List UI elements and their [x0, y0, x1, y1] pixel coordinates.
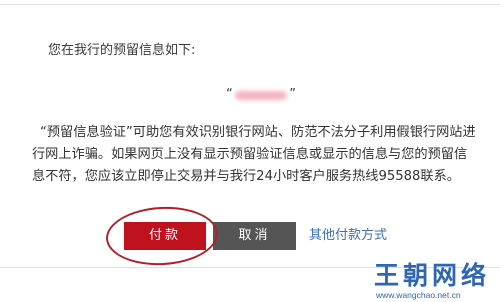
- open-quote: “: [226, 87, 233, 102]
- reserved-info-intro: 您在我行的预留信息如下:: [48, 43, 196, 58]
- cancel-button[interactable]: 取消: [213, 222, 296, 250]
- watermark-url: www.wangchao.net.cn: [376, 290, 461, 300]
- watermark-logo: 王朝网络: [374, 261, 491, 290]
- verification-description: “预留信息验证”可助您有效识别银行网站、防范不法分子利用假银行网站进行网上诈骗。…: [32, 125, 476, 184]
- reserved-info-value: “ ”: [226, 86, 296, 104]
- other-payment-methods-link[interactable]: 其他付款方式: [309, 228, 387, 244]
- obscured-reserved-text: [235, 91, 287, 100]
- highlight-circle-annotation: [104, 204, 220, 268]
- top-divider: [0, 4, 500, 5]
- close-quote: ”: [289, 87, 296, 102]
